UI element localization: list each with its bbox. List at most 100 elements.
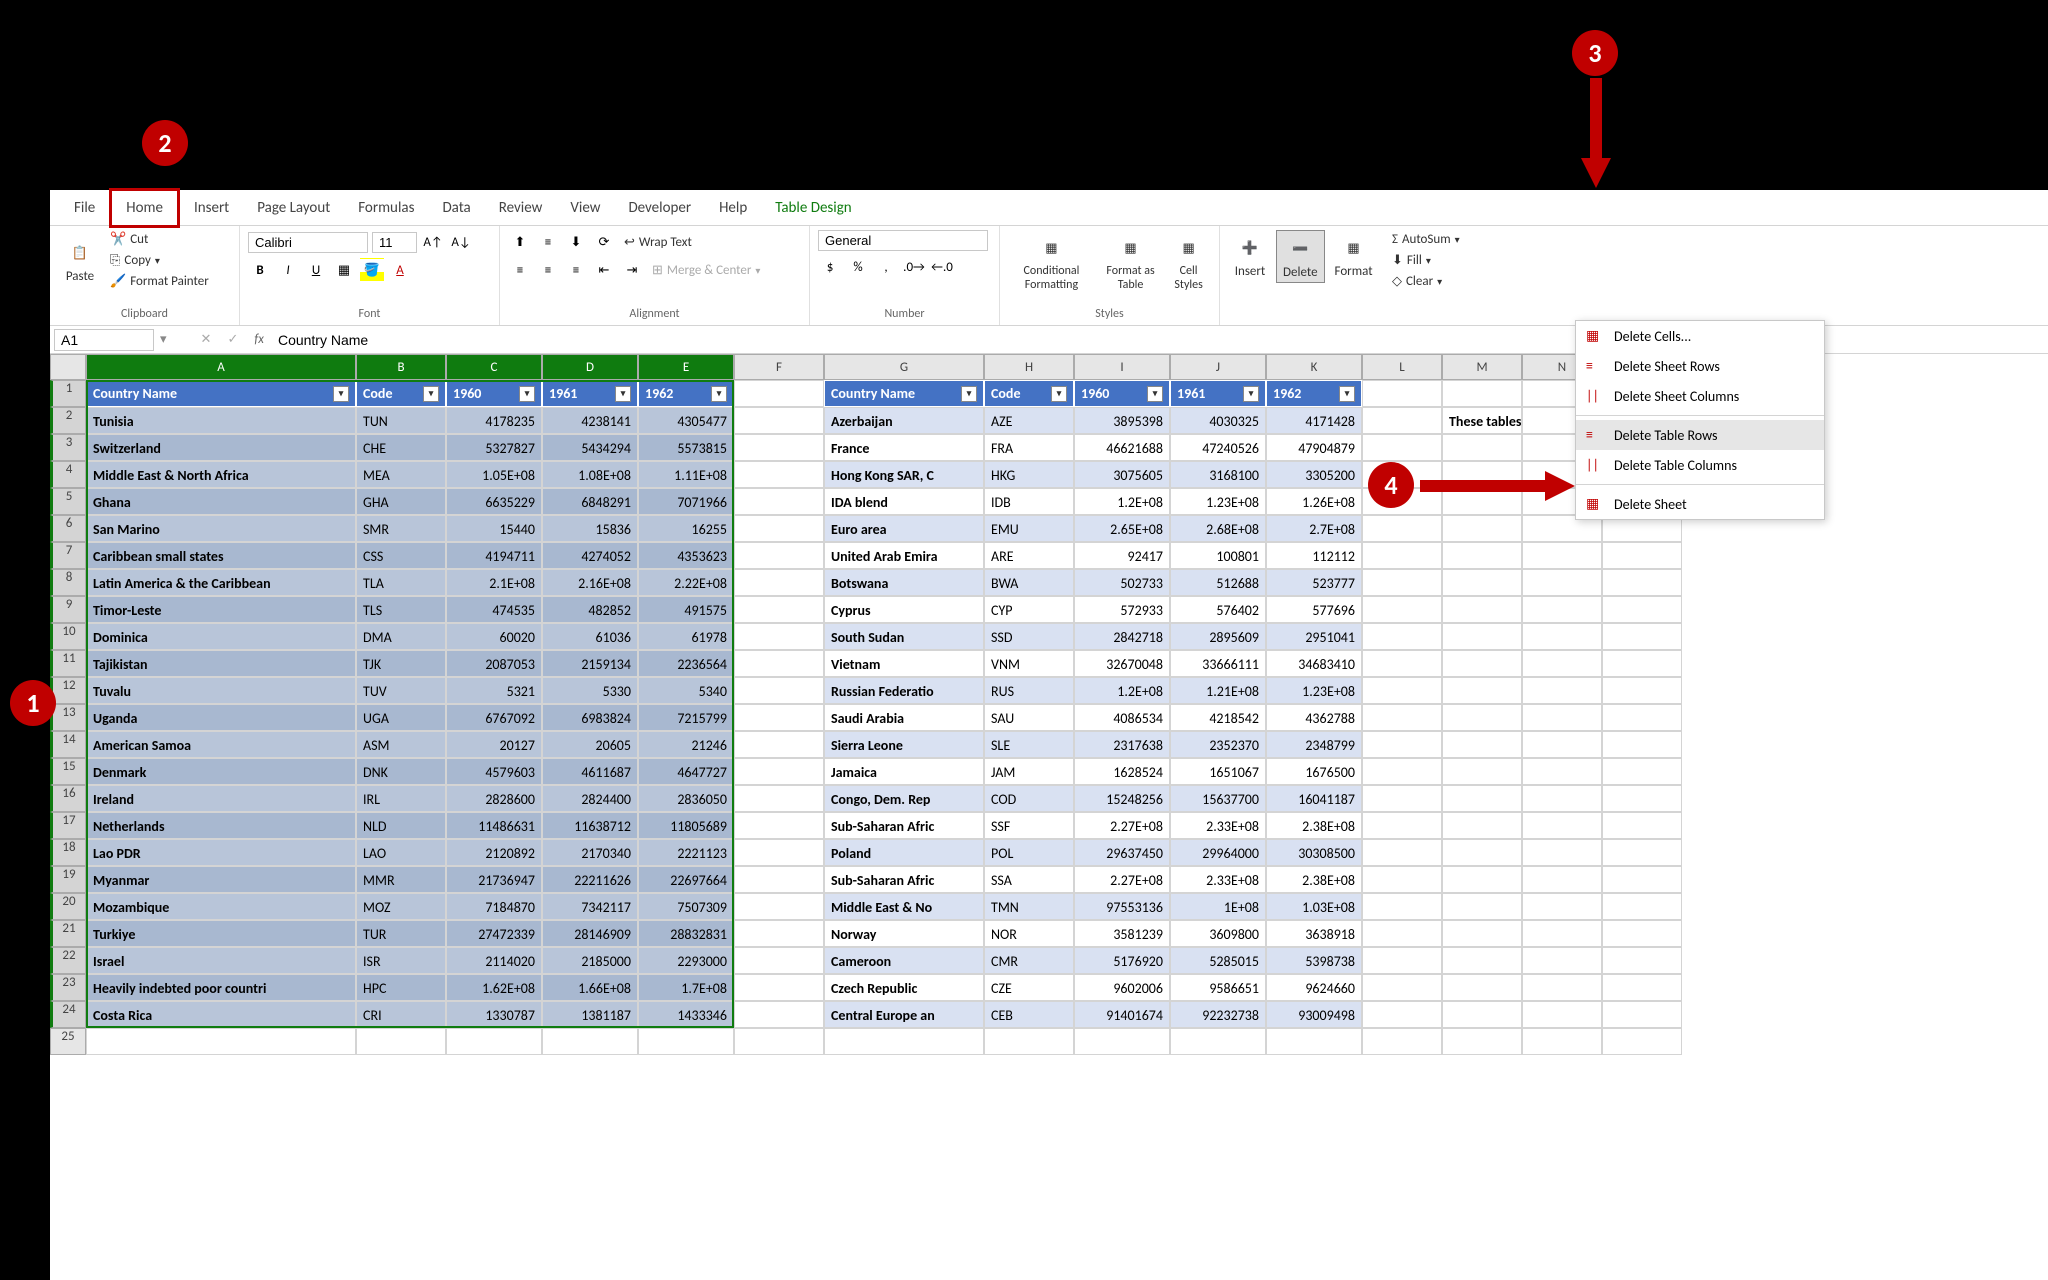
cell[interactable]: SMR [356,515,446,542]
cell[interactable]: Russian Federatio [824,677,984,704]
cell[interactable]: Myanmar [86,866,356,893]
cell[interactable]: Lao PDR [86,839,356,866]
cell[interactable]: 2.7E+08 [1266,515,1362,542]
row-header[interactable]: 20 [50,893,86,920]
cell[interactable]: 11805689 [638,812,734,839]
cell[interactable]: 1.26E+08 [1266,488,1362,515]
cell[interactable] [734,461,824,488]
cell[interactable]: 4194711 [446,542,542,569]
cell[interactable]: 1.03E+08 [1266,893,1362,920]
cell[interactable] [1602,812,1682,839]
cell[interactable]: ASM [356,731,446,758]
cell[interactable]: CHE [356,434,446,461]
cell[interactable]: BWA [984,569,1074,596]
cell[interactable] [1074,1028,1170,1055]
cell-styles-button[interactable]: ▦Cell Styles [1166,230,1211,294]
cell[interactable]: 7507309 [638,893,734,920]
cell[interactable]: FRA [984,434,1074,461]
cell[interactable] [734,380,824,407]
filter-icon[interactable]: ▾ [1147,386,1163,402]
cell[interactable]: Middle East & No [824,893,984,920]
row-header[interactable]: 15 [50,758,86,785]
column-header[interactable]: E [638,354,734,380]
cell[interactable] [1602,623,1682,650]
cell[interactable] [1362,434,1442,461]
column-header[interactable]: D [542,354,638,380]
cell[interactable] [1362,758,1442,785]
cell[interactable] [734,893,824,920]
cell[interactable]: CRI [356,1001,446,1028]
font-name-select[interactable] [248,232,368,253]
cell[interactable]: MOZ [356,893,446,920]
cell[interactable]: Poland [824,839,984,866]
italic-button[interactable]: I [276,258,300,282]
number-format-select[interactable] [818,230,988,251]
select-all-corner[interactable] [50,354,86,380]
cell[interactable]: 2087053 [446,650,542,677]
cell[interactable] [1602,920,1682,947]
cell[interactable]: 4086534 [1074,704,1170,731]
cell[interactable] [1602,1001,1682,1028]
cell[interactable] [734,1028,824,1055]
cell[interactable]: Azerbaijan [824,407,984,434]
increase-decimal-icon[interactable]: .0→ [902,255,926,279]
cell[interactable]: Israel [86,947,356,974]
cell[interactable]: 4305477 [638,407,734,434]
cell[interactable] [734,839,824,866]
cell[interactable]: 6983824 [542,704,638,731]
cell[interactable]: 4171428 [1266,407,1362,434]
cell[interactable] [1602,677,1682,704]
cell[interactable]: SLE [984,731,1074,758]
cell[interactable]: NLD [356,812,446,839]
cell[interactable]: MEA [356,461,446,488]
cell[interactable]: 1.7E+08 [638,974,734,1001]
row-header[interactable]: 4 [50,461,86,488]
column-header[interactable]: J [1170,354,1266,380]
column-header[interactable]: M [1442,354,1522,380]
tab-view[interactable]: View [556,191,614,225]
cell[interactable] [1362,893,1442,920]
cell[interactable]: 3168100 [1170,461,1266,488]
cell[interactable] [1522,1028,1602,1055]
cell[interactable] [1522,974,1602,1001]
name-box[interactable] [54,329,154,351]
cell[interactable]: Denmark [86,758,356,785]
align-left-icon[interactable]: ≡ [508,258,532,282]
cell[interactable]: Latin America & the Caribbean [86,569,356,596]
filter-icon[interactable]: ▾ [961,386,977,402]
cell[interactable]: Central Europe an [824,1001,984,1028]
cell[interactable]: 11486631 [446,812,542,839]
cell[interactable] [734,677,824,704]
insert-button[interactable]: ➕Insert [1228,230,1272,281]
cell[interactable] [1442,812,1522,839]
cell[interactable]: 2836050 [638,785,734,812]
align-top-icon[interactable]: ⬆ [508,230,532,254]
cell[interactable]: CSS [356,542,446,569]
cell[interactable] [1362,704,1442,731]
cell[interactable]: TJK [356,650,446,677]
cell[interactable]: Sub-Saharan Afric [824,866,984,893]
cell[interactable]: CZE [984,974,1074,1001]
cell[interactable]: 20127 [446,731,542,758]
row-header[interactable]: 7 [50,542,86,569]
cell[interactable]: 4274052 [542,542,638,569]
cell[interactable] [734,650,824,677]
cell[interactable] [1442,596,1522,623]
cell[interactable] [1602,650,1682,677]
tab-review[interactable]: Review [485,191,557,225]
cell[interactable]: UGA [356,704,446,731]
cell[interactable]: 100801 [1170,542,1266,569]
row-header[interactable]: 19 [50,866,86,893]
cell[interactable] [446,1028,542,1055]
cell[interactable] [542,1028,638,1055]
cell[interactable]: 6767092 [446,704,542,731]
cell[interactable]: France [824,434,984,461]
cell[interactable] [1442,650,1522,677]
cell[interactable]: 1.05E+08 [446,461,542,488]
cell[interactable]: 22697664 [638,866,734,893]
cell[interactable] [1442,920,1522,947]
cell[interactable] [1522,731,1602,758]
cell[interactable] [1362,515,1442,542]
cancel-formula-icon[interactable]: ✕ [193,332,220,347]
cell[interactable]: Costa Rica [86,1001,356,1028]
